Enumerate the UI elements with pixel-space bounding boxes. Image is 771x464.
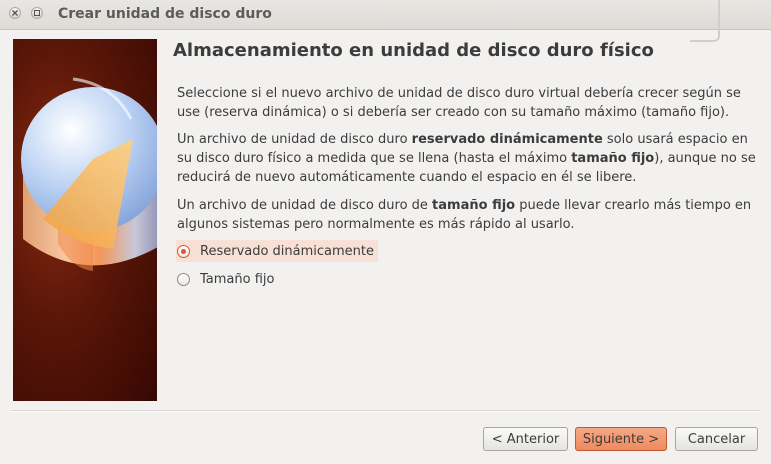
radio-button-dynamic[interactable] [177, 244, 190, 258]
hard-disk-illustration [21, 77, 157, 271]
background-window-edge [690, 0, 720, 42]
cancel-button[interactable]: Cancelar [675, 427, 758, 451]
page-heading: Almacenamiento en unidad de disco duro f… [173, 40, 654, 61]
radio-button-fixed[interactable] [177, 272, 190, 286]
maximize-button[interactable] [31, 7, 43, 19]
radio-dynamic[interactable]: Reservado dinámicamente [176, 240, 379, 262]
close-button[interactable] [9, 7, 21, 19]
dynamic-description-paragraph: Un archivo de unidad de disco duro reser… [177, 132, 756, 185]
radio-dynamic-label: Reservado dinámicamente [200, 243, 375, 259]
fixed-description-paragraph: Un archivo de unidad de disco duro de ta… [177, 198, 752, 232]
radio-fixed[interactable]: Tamaño fijo [176, 268, 274, 290]
back-button[interactable]: < Anterior [483, 427, 568, 451]
window-title: Crear unidad de disco duro [58, 6, 272, 22]
wizard-sidebar-image [13, 39, 157, 401]
next-button[interactable]: Siguiente > [575, 427, 667, 451]
description-paragraph: Seleccione si el nuevo archivo de unidad… [177, 86, 741, 120]
title-bar: Crear unidad de disco duro [0, 0, 771, 42]
radio-fixed-label: Tamaño fijo [200, 271, 275, 287]
close-icon [12, 10, 18, 16]
button-separator [12, 410, 759, 412]
maximize-icon [34, 10, 40, 16]
